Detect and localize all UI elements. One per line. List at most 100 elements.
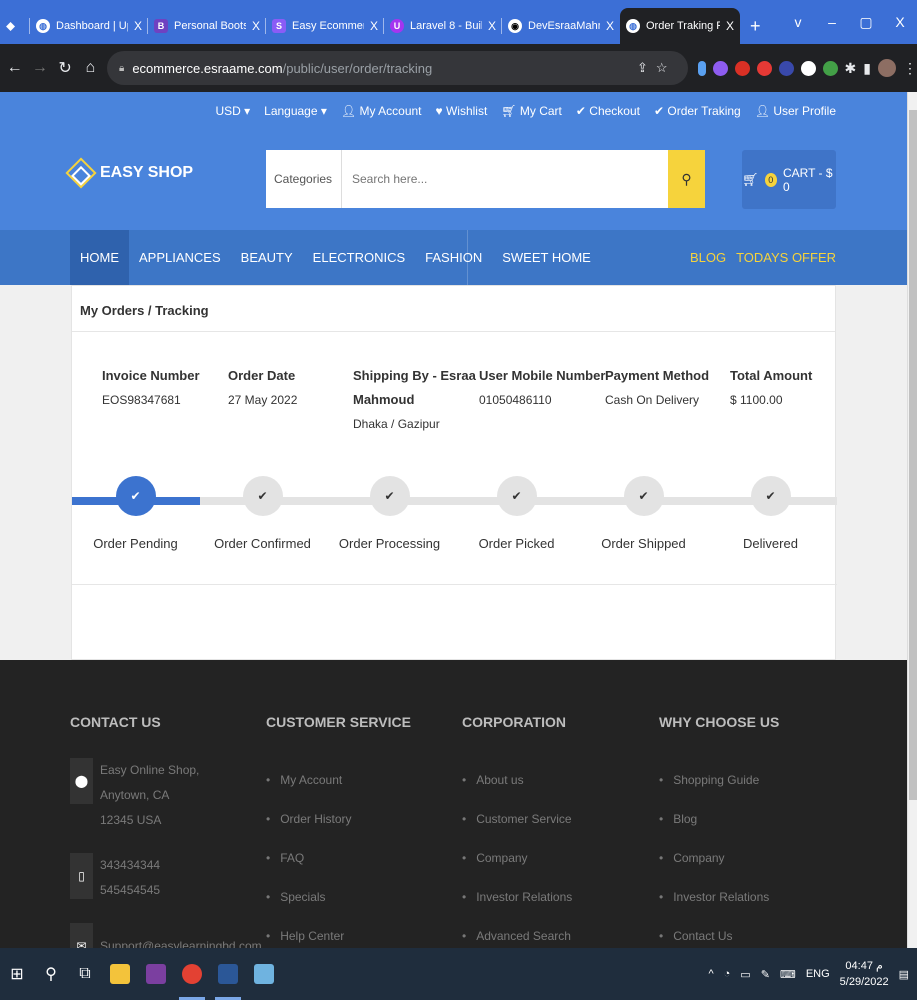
chrome-icon[interactable] — [177, 954, 207, 1000]
footer-link[interactable]: About us — [462, 760, 572, 799]
page-scrollbar[interactable] — [907, 92, 917, 948]
nav-blog[interactable]: BLOG — [690, 250, 726, 265]
tab-personal-bootstrap[interactable]: B Personal Bootstrap T X — [148, 8, 266, 44]
pen-icon[interactable]: ✎ — [761, 968, 770, 981]
url-host: ecommerce.esraame.com — [132, 60, 283, 76]
tab-laravel[interactable]: U Laravel 8 - Build Adv X — [384, 8, 502, 44]
bootstrap-icon: B — [154, 19, 168, 33]
red-extension-icon[interactable] — [734, 60, 750, 76]
nav-fashion[interactable]: FASHION — [415, 230, 492, 285]
close-tab-icon[interactable]: X — [726, 19, 734, 33]
close-tab-icon[interactable]: X — [606, 19, 614, 33]
forward-arrow-icon[interactable]: → — [29, 59, 50, 77]
footer-link[interactable]: FAQ — [266, 838, 411, 877]
user-profile-link[interactable]: 👤︎ User Profile — [755, 104, 836, 118]
search-input[interactable] — [342, 150, 668, 208]
search-button[interactable]: ⚲ — [668, 150, 705, 208]
vpn-extension-icon[interactable] — [778, 60, 794, 76]
category-select[interactable]: Categories ▼ — [266, 150, 349, 208]
onenote-icon[interactable] — [141, 954, 171, 994]
tab-github[interactable]: ◉ DevEsraaMahmoud/ X — [502, 8, 620, 44]
footer-link[interactable]: Customer Service — [462, 799, 572, 838]
show-hidden-icons-chevron[interactable]: ^ — [708, 968, 713, 980]
nav-home[interactable]: HOME — [70, 230, 129, 285]
step-order-picked: ✔ Order Picked — [453, 476, 580, 551]
search-icon[interactable]: ⚲ — [34, 948, 68, 1000]
sidepanel-icon[interactable]: ▮ — [863, 60, 871, 77]
order-tracking-link[interactable]: ✔ Order Traking — [654, 104, 741, 118]
footer-link[interactable]: Order History — [266, 799, 411, 838]
close-tab-icon[interactable]: X — [252, 19, 260, 33]
restore-button[interactable]: ▢ — [849, 14, 883, 31]
close-window-button[interactable]: X — [883, 14, 917, 30]
new-tab-button[interactable]: + — [740, 8, 771, 44]
task-view-icon[interactable]: ⧉ — [68, 948, 102, 1000]
footer-link[interactable]: Blog — [659, 799, 779, 838]
my-account-link[interactable]: 👤︎ My Account — [341, 104, 422, 118]
puzzle-colorful-extension-icon[interactable] — [712, 60, 728, 76]
battery-icon[interactable]: ▭ — [740, 968, 750, 981]
tab-easy-ecommerce[interactable]: S Easy Ecommerce Adi X — [266, 8, 384, 44]
notification-icon[interactable]: ▤ — [899, 968, 909, 981]
tab-pinned-maps[interactable]: ⬥ — [0, 8, 30, 44]
step-order-processing: ✔ Order Processing — [326, 476, 453, 551]
word-icon[interactable] — [213, 954, 243, 1000]
reload-icon[interactable]: ↻ — [55, 58, 76, 78]
footer-link[interactable]: My Account — [266, 760, 411, 799]
tab-dashboard[interactable]: ◍ Dashboard | Upcube X — [30, 8, 148, 44]
windows-start-icon[interactable]: ⊞ — [0, 948, 34, 1000]
close-tab-icon[interactable]: X — [134, 19, 142, 33]
notepad-icon[interactable] — [249, 954, 279, 994]
nav-beauty[interactable]: BEAUTY — [231, 230, 303, 285]
file-explorer-icon[interactable] — [105, 954, 135, 994]
keyboard-icon[interactable]: ⌨ — [780, 968, 796, 981]
step-order-pending: ✔ Order Pending — [72, 476, 199, 551]
order-tracking-card: My Orders / Tracking Invoice Number EOS9… — [71, 285, 837, 660]
footer-link[interactable]: Company — [462, 838, 572, 877]
system-clock[interactable]: 04:47 م 5/29/2022 — [840, 958, 889, 990]
share-icon[interactable]: ⇪ — [637, 60, 656, 75]
lock-icon[interactable]: 🔒︎ — [119, 63, 124, 74]
main-nav: HOME APPLIANCES BEAUTY ELECTRONICS FASHI… — [0, 230, 907, 285]
close-tab-icon[interactable]: X — [488, 19, 496, 33]
extensions-puzzle-icon[interactable]: ✱ — [845, 60, 857, 77]
scrollbar-thumb[interactable] — [909, 110, 917, 800]
checkout-link[interactable]: ✔ Checkout — [576, 104, 640, 118]
step-order-confirmed: ✔ Order Confirmed — [199, 476, 326, 551]
bookmark-star-icon[interactable]: ☆ — [656, 60, 676, 75]
order-date-col: Order Date 27 May 2022 — [228, 364, 297, 412]
nav-sweet-home[interactable]: SWEET HOME — [492, 230, 601, 285]
nav-appliances[interactable]: APPLIANCES — [129, 230, 231, 285]
close-tab-icon[interactable]: X — [370, 19, 378, 33]
total-col: Total Amount $ 1100.00 — [730, 364, 812, 412]
minimize-button[interactable]: – — [815, 14, 849, 30]
circle-extension-icon[interactable] — [800, 60, 816, 76]
nav-todays-offer[interactable]: TODAYS OFFER — [736, 250, 836, 265]
wishlist-link[interactable]: ♥ Wishlist — [436, 104, 488, 118]
nav-electronics[interactable]: ELECTRONICS — [303, 230, 415, 285]
tab-order-tracking[interactable]: ◍ Order Traking Page X — [620, 8, 740, 44]
footer-link[interactable]: Shopping Guide — [659, 760, 779, 799]
footer-link[interactable]: Investor Relations — [462, 877, 572, 916]
footer-link[interactable]: Company — [659, 838, 779, 877]
back-arrow-icon[interactable]: ← — [4, 59, 25, 77]
site-logo[interactable]: EASY SHOP — [65, 157, 193, 189]
cart-button[interactable]: 🛒︎ 0 CART - $ 0 — [742, 150, 836, 209]
my-cart-link[interactable]: 🛒︎ My Cart — [501, 104, 562, 118]
browser-toolbar: ← → ↻ ⌂ 🔒︎ ecommerce.esraame.com/public/… — [0, 44, 917, 92]
address-bar[interactable]: 🔒︎ ecommerce.esraame.com/public/user/ord… — [107, 51, 688, 85]
footer-link[interactable]: Investor Relations — [659, 877, 779, 916]
input-language[interactable]: ENG — [806, 968, 830, 980]
adblock-icon[interactable] — [756, 60, 772, 76]
tab-search-button[interactable]: v — [781, 14, 815, 30]
profile-avatar[interactable] — [877, 59, 896, 77]
location-extension-icon[interactable] — [697, 60, 706, 76]
check-icon: ✔ — [750, 476, 791, 516]
home-icon[interactable]: ⌂ — [80, 59, 101, 77]
wifi-icon[interactable]: ◔ — [724, 968, 731, 980]
footer-link[interactable]: Specials — [266, 877, 411, 916]
currency-dropdown[interactable]: USD ▾ — [215, 104, 250, 118]
browser-menu-icon[interactable]: ⋮ — [903, 60, 917, 77]
green-extension-icon[interactable] — [822, 60, 838, 76]
language-dropdown[interactable]: Language ▾ — [264, 104, 327, 118]
